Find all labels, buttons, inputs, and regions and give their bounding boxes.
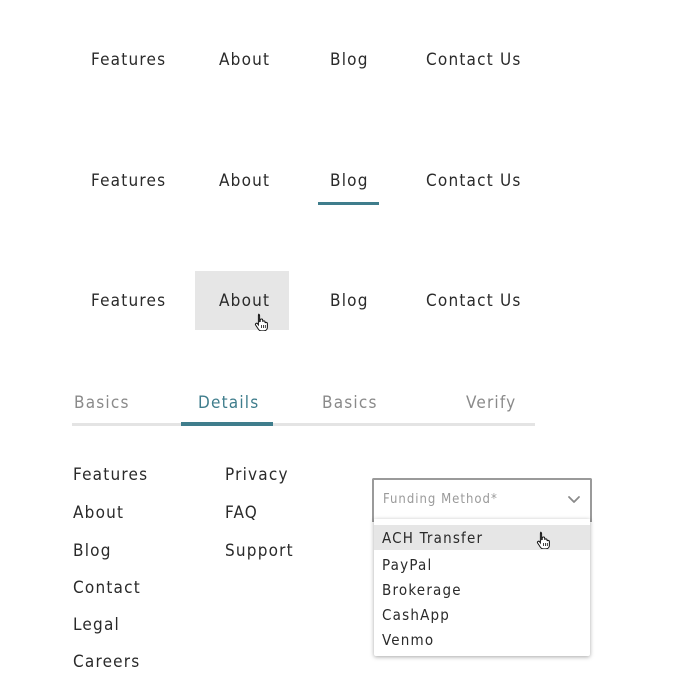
tab-verify[interactable]: Verify [466,393,516,413]
footer-link-about[interactable]: About [73,503,124,523]
nav-item-about[interactable]: About [219,50,270,70]
option-label: Venmo [382,631,435,649]
footer-link-careers[interactable]: Careers [73,652,140,672]
nav-item-blog[interactable]: Blog [330,50,369,70]
option-label: Brokerage [382,581,462,599]
chevron-down-icon[interactable] [567,495,581,505]
option-paypal[interactable]: PayPal [374,552,590,577]
nav-item-features[interactable]: Features [91,171,166,191]
footer-link-blog[interactable]: Blog [73,541,112,561]
funding-method-select[interactable]: Funding Method* [372,478,592,522]
nav-item-blog[interactable]: Blog [330,291,369,311]
option-cashapp[interactable]: CashApp [374,602,590,627]
tab-basics[interactable]: Basics [74,393,130,413]
nav-item-features[interactable]: Features [91,291,166,311]
funding-method-dropdown: ACH Transfer PayPal Brokerage CashApp Ve… [374,519,590,656]
funding-method-placeholder: Funding Method* [383,492,498,507]
tab-details-active[interactable]: Details [198,393,259,413]
option-label: PayPal [382,556,433,574]
footer-link-features[interactable]: Features [73,465,148,485]
footer-link-faq[interactable]: FAQ [225,503,258,523]
nav-item-about[interactable]: About [219,171,270,191]
tab-active-indicator [181,422,273,426]
tab-track [72,423,535,426]
nav-item-about-hovered[interactable]: About [219,291,270,311]
option-brokerage[interactable]: Brokerage [374,577,590,602]
footer-link-support[interactable]: Support [225,541,294,561]
nav-item-features[interactable]: Features [91,50,166,70]
hand-pointer-icon [254,313,268,331]
footer-link-legal[interactable]: Legal [73,615,120,635]
tab-basics-second[interactable]: Basics [322,393,378,413]
footer-link-contact[interactable]: Contact [73,578,141,598]
hand-pointer-icon [536,531,550,549]
option-label: ACH Transfer [382,529,484,547]
nav-item-contact-us[interactable]: Contact Us [426,291,522,311]
nav-item-contact-us[interactable]: Contact Us [426,50,522,70]
active-nav-underline [318,202,379,205]
option-ach-transfer[interactable]: ACH Transfer [374,525,590,550]
option-label: CashApp [382,606,451,624]
nav-item-contact-us[interactable]: Contact Us [426,171,522,191]
footer-link-privacy[interactable]: Privacy [225,465,289,485]
nav-item-blog-active[interactable]: Blog [330,171,369,191]
option-venmo[interactable]: Venmo [374,627,590,652]
